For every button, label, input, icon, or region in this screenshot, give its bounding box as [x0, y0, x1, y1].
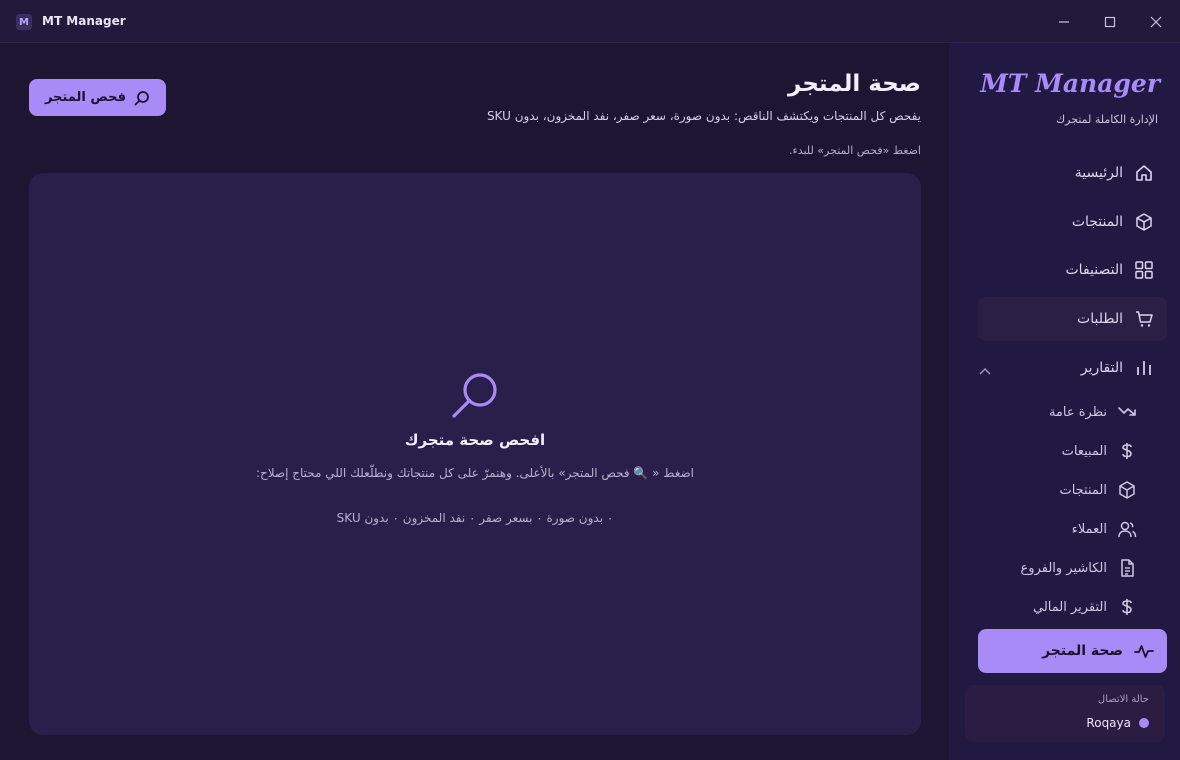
box-icon [1117, 480, 1137, 500]
sidebar-item-products[interactable]: المنتجات [978, 200, 1167, 244]
sidebar-item-label: الكاشير والفروع [1020, 560, 1107, 576]
minimize-button[interactable] [1053, 11, 1075, 33]
pulse-icon [1133, 640, 1155, 662]
dollar-icon [1117, 441, 1137, 461]
sidebar-item-home[interactable]: الرئيسية [978, 151, 1167, 195]
sidebar-subitem-products[interactable]: المنتجات [978, 475, 1167, 505]
sidebar-item-categories[interactable]: التصنيفات [978, 248, 1167, 292]
magnifier-icon [452, 373, 497, 418]
sidebar-item-label: نظرة عامة [1048, 404, 1107, 420]
title-bar: M MT Manager [0, 0, 1180, 43]
sidebar-item-label: التقارير [1080, 360, 1123, 376]
empty-state-title: افحص صحة متجرك [404, 431, 546, 449]
empty-state-checks: ٠ بدون صورة ٠ بسعر صفر ٠ نفد المخزون ٠ ب… [336, 511, 614, 525]
sidebar-subitem-overview[interactable]: نظرة عامة [978, 397, 1167, 427]
close-button[interactable] [1145, 11, 1167, 33]
maximize-icon [1104, 16, 1116, 28]
sidebar-item-reports[interactable]: التقارير [978, 346, 1167, 390]
sidebar: MT Manager الإدارة الكاملة لمتجرك الرئيس… [949, 43, 1180, 760]
brand-tagline: الإدارة الكاملة لمتجرك [1056, 113, 1158, 126]
home-icon [1133, 162, 1155, 184]
maximize-button[interactable] [1099, 11, 1121, 33]
sidebar-subitem-financial-report[interactable]: التقرير المالي [978, 592, 1167, 622]
sidebar-item-store-health[interactable]: صحة المتجر [978, 629, 1167, 673]
connected-user-name: Roqaya [1086, 716, 1131, 730]
main-content: فحص المتجر صحة المتجر يفحص كل المنتجات و… [0, 43, 949, 760]
chart-icon [1133, 357, 1155, 379]
page-title: صحة المتجر [788, 71, 921, 97]
connection-status-user: Roqaya [1086, 716, 1149, 730]
close-icon [1150, 16, 1162, 28]
sidebar-item-label: المبيعات [1061, 443, 1107, 459]
connection-status-card: حالة الاتصال Roqaya [965, 685, 1165, 742]
results-panel: افحص صحة متجرك اضغط « 🔍 فحص المتجر» بالأ… [29, 173, 921, 735]
sidebar-item-label: التقرير المالي [1032, 599, 1107, 615]
sidebar-item-label: صحة المتجر [1042, 643, 1123, 659]
cart-icon [1133, 308, 1155, 330]
sidebar-item-label: المنتجات [1059, 482, 1107, 498]
sidebar-subitem-cashier-branches[interactable]: الكاشير والفروع [978, 553, 1167, 583]
app-logo-icon: M [16, 14, 32, 30]
page-hint: اضغط «فحص المتجر» للبدء. [789, 144, 921, 157]
box-icon [1133, 211, 1155, 233]
sidebar-subitem-sales[interactable]: المبيعات [978, 436, 1167, 466]
brand-logo: MT Manager [980, 69, 1160, 98]
sidebar-item-label: العملاء [1071, 521, 1107, 537]
minimize-icon [1059, 21, 1069, 23]
scan-store-button-label: فحص المتجر [45, 90, 126, 105]
connection-status-label: حالة الاتصال [1097, 694, 1149, 705]
online-status-dot [1139, 718, 1149, 728]
chevron-up-icon[interactable] [979, 360, 991, 379]
sidebar-item-label: الطلبات [1077, 311, 1123, 327]
scan-store-button[interactable]: فحص المتجر [29, 79, 166, 116]
sidebar-item-label: المنتجات [1071, 214, 1123, 230]
grid-icon [1133, 259, 1155, 281]
dollar-icon [1117, 597, 1137, 617]
window-title: MT Manager [42, 14, 126, 28]
sidebar-item-orders[interactable]: الطلبات [978, 297, 1167, 341]
empty-state-description: اضغط « 🔍 فحص المتجر» بالأعلى. وهنمرّ على… [255, 466, 695, 480]
sidebar-subitem-customers[interactable]: العملاء [978, 514, 1167, 544]
page-subtitle: يفحص كل المنتجات ويكتشف الناقص: بدون صور… [486, 109, 921, 123]
document-icon [1117, 558, 1137, 578]
search-icon [134, 90, 149, 105]
sidebar-item-label: الرئيسية [1074, 165, 1123, 181]
trend-icon [1117, 402, 1137, 422]
sidebar-item-label: التصنيفات [1065, 262, 1124, 278]
users-icon [1117, 519, 1137, 539]
